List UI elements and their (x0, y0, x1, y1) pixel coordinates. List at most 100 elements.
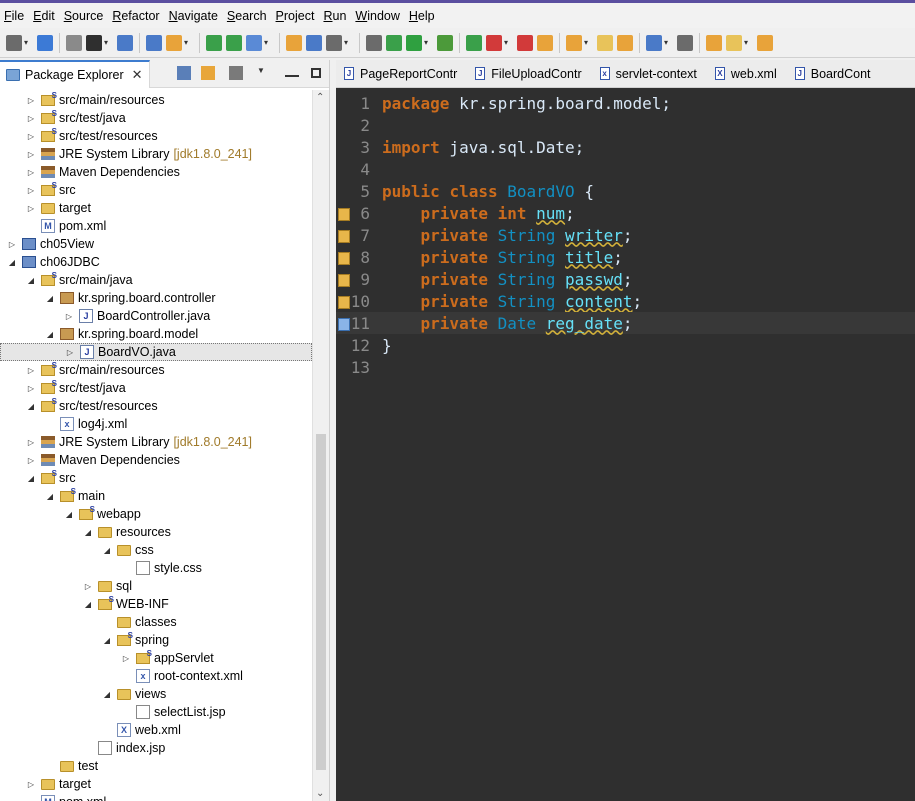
bookmark-icon[interactable] (286, 34, 302, 51)
scroll-up-icon[interactable]: ⌃ (316, 92, 324, 103)
collapsed-twisty-icon[interactable]: ▷ (26, 149, 36, 159)
tree-item[interactable]: ◢ views (0, 685, 312, 703)
dropdown-arrow-icon[interactable]: ▾ (184, 35, 190, 51)
back-icon[interactable] (757, 34, 773, 51)
collapsed-twisty-icon[interactable]: ▷ (26, 437, 36, 447)
mark-icon[interactable] (246, 34, 262, 51)
collapsed-twisty-icon[interactable]: ▷ (64, 311, 74, 321)
collapsed-twisty-icon[interactable]: ▷ (26, 365, 36, 375)
collapsed-twisty-icon[interactable]: ▷ (26, 95, 36, 105)
warning-marker-icon[interactable] (338, 273, 350, 287)
menu-navigate[interactable]: Navigate (169, 9, 218, 23)
editor-tab[interactable]: J FileUploadContr (467, 60, 591, 87)
expanded-twisty-icon[interactable]: ◢ (45, 491, 55, 501)
tree-item[interactable]: ▷ J BoardController.java (0, 307, 312, 325)
tree-item[interactable]: classes (0, 613, 312, 631)
package-explorer-tab[interactable]: Package Explorer ✕ (0, 59, 150, 88)
new-icon[interactable] (6, 34, 22, 51)
terminal-icon[interactable] (117, 34, 133, 51)
next-annotation-icon[interactable] (706, 34, 722, 51)
tree-item[interactable]: ▷ Maven Dependencies (0, 451, 312, 469)
code-line[interactable]: 1 package kr.spring.board.model; (336, 92, 915, 114)
collapse-all-icon[interactable] (177, 66, 191, 80)
expanded-twisty-icon[interactable]: ◢ (45, 329, 55, 339)
toggle-icon[interactable] (146, 34, 162, 51)
tree-item[interactable]: ▷ src/main/resources (0, 361, 312, 379)
editor-tab[interactable]: Xweb.xml (707, 60, 787, 87)
menu-window[interactable]: Window (355, 9, 399, 23)
collapsed-twisty-icon[interactable]: ▷ (26, 779, 36, 789)
expanded-twisty-icon[interactable]: ◢ (83, 599, 93, 609)
collapsed-twisty-icon[interactable]: ▷ (65, 347, 75, 357)
code-line[interactable]: 6 private int num; (336, 202, 915, 224)
dropdown-arrow-icon[interactable]: ▾ (264, 35, 270, 51)
expanded-twisty-icon[interactable]: ◢ (102, 689, 112, 699)
tree-item[interactable]: ◢ resources (0, 523, 312, 541)
menu-refactor[interactable]: Refactor (112, 9, 159, 23)
tree-item[interactable]: ▷ Maven Dependencies (0, 163, 312, 181)
code-line[interactable]: 8 private String title; (336, 246, 915, 268)
external-tools-icon[interactable] (466, 34, 482, 51)
tree-item[interactable]: x root-context.xml (0, 667, 312, 685)
tree-item[interactable]: ▷ src/test/java (0, 379, 312, 397)
expanded-twisty-icon[interactable]: ◢ (26, 401, 36, 411)
tree-item[interactable]: ▷ src/test/resources (0, 127, 312, 145)
account-icon[interactable] (86, 34, 102, 51)
tree-item[interactable]: ◢ src (0, 469, 312, 487)
close-icon[interactable]: ✕ (132, 67, 143, 83)
code-line[interactable]: 9 private String passwd; (336, 268, 915, 290)
tree-item[interactable]: ◢ ch06JDBC (0, 253, 312, 271)
warning-marker-icon[interactable] (338, 251, 350, 265)
tree-item[interactable]: Xweb.xml (0, 721, 312, 739)
warning-marker-icon[interactable] (338, 207, 350, 221)
tree-item[interactable]: index.jsp (0, 739, 312, 757)
tree-item[interactable]: ◢ webapp (0, 505, 312, 523)
minimize-icon[interactable] (285, 69, 299, 77)
save-all-icon[interactable] (66, 34, 82, 51)
tree-item[interactable]: ▷ JRE System Library [jdk1.8.0_241] (0, 145, 312, 163)
tree-item[interactable]: ▷ appServlet (0, 649, 312, 667)
tree-item[interactable]: ◢ spring (0, 631, 312, 649)
tree-item[interactable]: ◢ src/main/java (0, 271, 312, 289)
dropdown-arrow-icon[interactable]: ▾ (24, 35, 30, 51)
dropdown-arrow-icon[interactable]: ▾ (744, 35, 750, 51)
dropdown-arrow-icon[interactable]: ▾ (344, 35, 350, 51)
tree-item[interactable]: ▷ J BoardVO.java (0, 343, 312, 361)
editor-tab[interactable]: J BoardCont (787, 60, 881, 87)
tree-item[interactable]: x log4j.xml (0, 415, 312, 433)
dropdown-arrow-icon[interactable]: ▾ (104, 35, 110, 51)
tree-scrollbar[interactable]: ⌃ ⌄ (312, 90, 329, 801)
scrollbar-thumb[interactable] (316, 434, 326, 770)
code-line[interactable]: 11 private Date reg_date; (336, 312, 915, 334)
collapsed-twisty-icon[interactable]: ▷ (26, 185, 36, 195)
tree-item[interactable]: ▷ target (0, 199, 312, 217)
open-folder-icon[interactable] (617, 34, 633, 51)
menu-project[interactable]: Project (276, 9, 315, 23)
open-task-icon[interactable] (566, 34, 582, 51)
tree-item[interactable]: ◢ WEB-INF (0, 595, 312, 613)
dropdown-arrow-icon[interactable]: ▾ (424, 35, 430, 51)
tree-item[interactable]: ◢ kr.spring.board.model (0, 325, 312, 343)
maximize-icon[interactable] (311, 68, 321, 78)
dropdown-arrow-icon[interactable]: ▾ (504, 35, 510, 51)
dropdown-arrow-icon[interactable]: ▾ (584, 35, 590, 51)
expanded-twisty-icon[interactable]: ◢ (102, 635, 112, 645)
code-line[interactable]: 13 (336, 356, 915, 378)
run-last-icon[interactable] (366, 34, 382, 51)
collapsed-twisty-icon[interactable]: ▷ (26, 383, 36, 393)
build-icon[interactable] (166, 34, 182, 51)
dropdown-arrow-icon[interactable]: ▾ (664, 35, 670, 51)
save-icon[interactable] (37, 34, 53, 51)
collapsed-twisty-icon[interactable]: ▷ (26, 455, 36, 465)
code-line[interactable]: 12} (336, 334, 915, 356)
debug-icon[interactable] (386, 34, 402, 51)
code-line[interactable]: 3 import java.sql.Date; (336, 136, 915, 158)
history-icon[interactable] (677, 34, 693, 51)
debug-config-icon[interactable] (226, 34, 242, 51)
collapsed-twisty-icon[interactable]: ▷ (26, 131, 36, 141)
expanded-twisty-icon[interactable]: ◢ (26, 275, 36, 285)
code-line[interactable]: 5 public class BoardVO { (336, 180, 915, 202)
warning-marker-icon[interactable] (338, 295, 350, 309)
scroll-down-icon[interactable]: ⌄ (316, 788, 324, 799)
code-line[interactable]: 7 private String writer; (336, 224, 915, 246)
